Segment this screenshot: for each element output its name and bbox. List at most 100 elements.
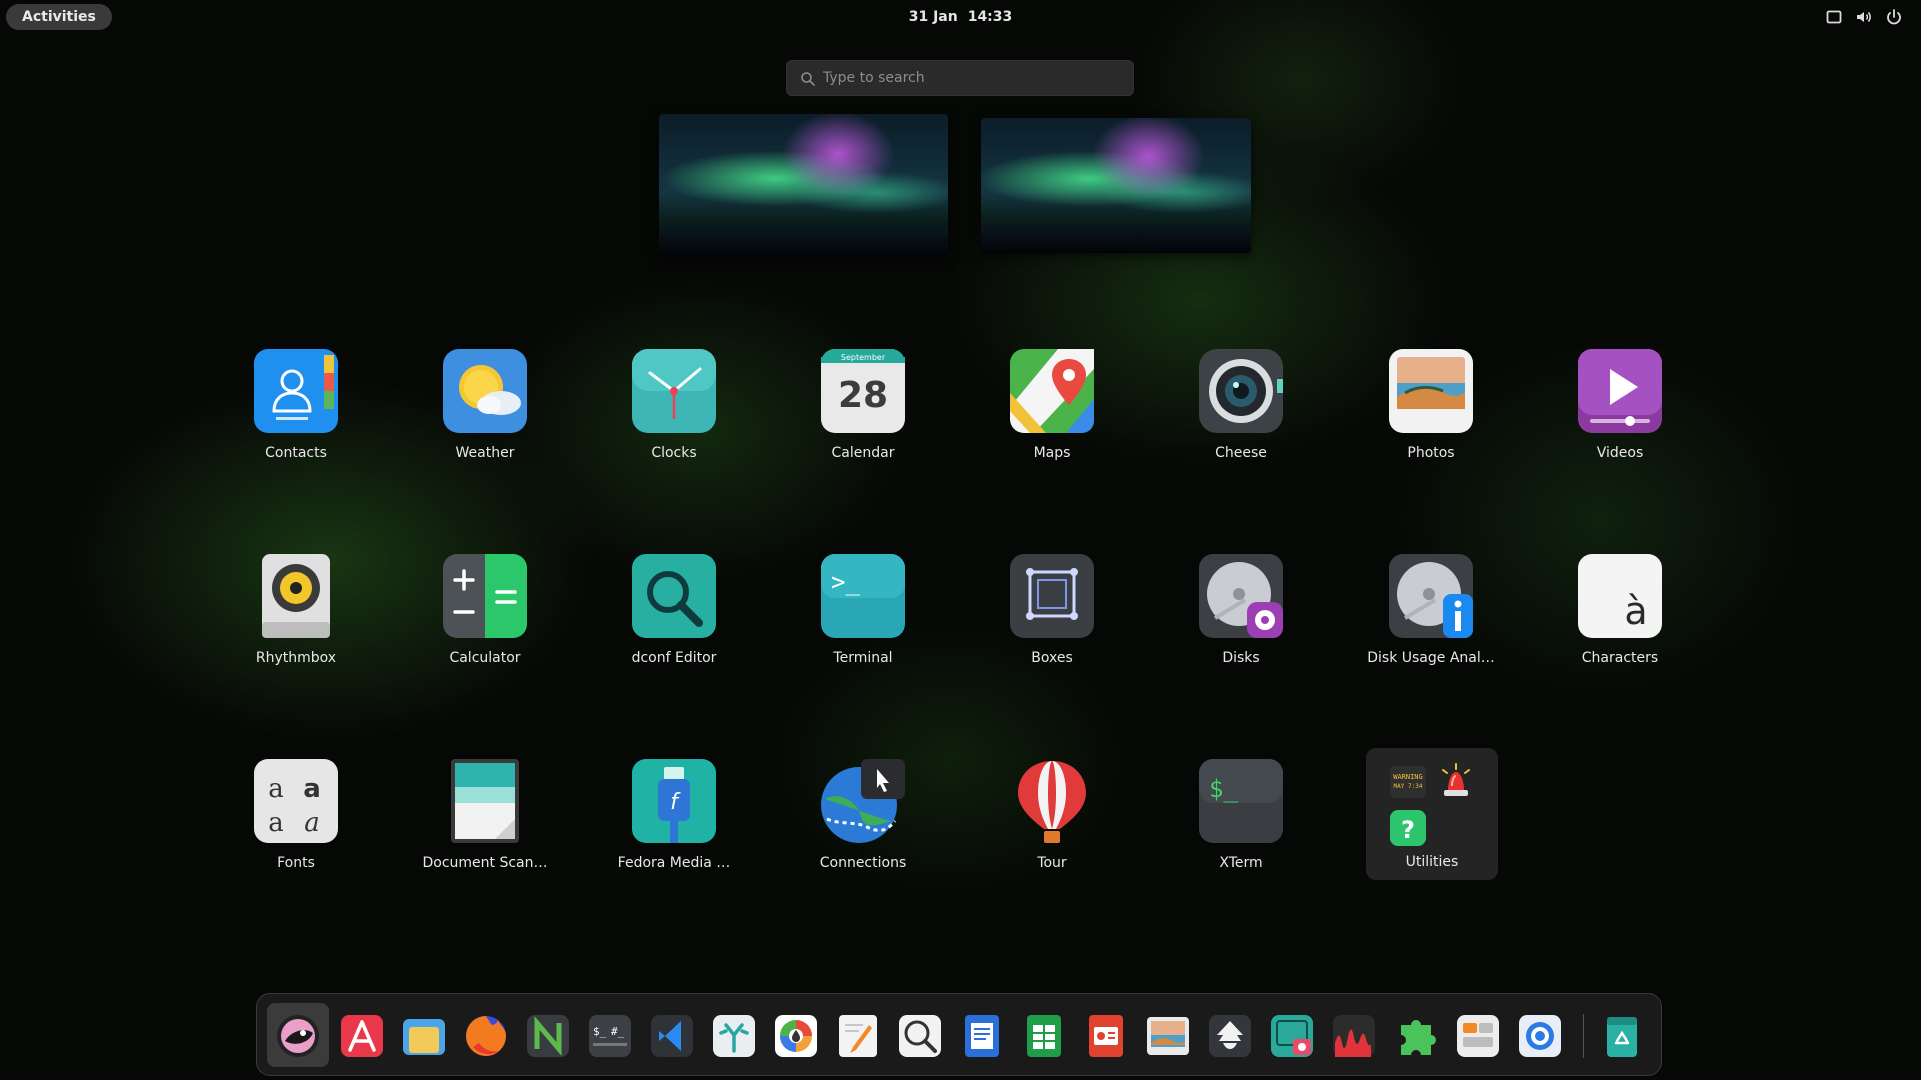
screen-icon[interactable] <box>1825 8 1843 26</box>
dock-item-spreadsheet[interactable] <box>1021 1013 1067 1059</box>
usb-drive-icon: f <box>628 757 720 845</box>
dock-item-mastodon[interactable] <box>275 1013 321 1059</box>
connections-globe-icon <box>817 757 909 845</box>
workspace-thumbnail-2[interactable] <box>981 118 1251 253</box>
dock-item-prompts[interactable]: $_ #_ <box>587 1013 633 1059</box>
search-box[interactable] <box>786 60 1134 96</box>
app-fonts[interactable]: aaaa Fonts <box>216 757 376 887</box>
app-label: dconf Editor <box>631 650 717 666</box>
dock-item-presentation[interactable] <box>1083 1013 1129 1059</box>
calendar-day: 28 <box>838 375 888 416</box>
app-calendar[interactable]: September 28 Calendar <box>783 347 943 477</box>
search-input[interactable] <box>823 61 1123 95</box>
app-disks[interactable]: Disks <box>1161 552 1321 682</box>
app-rhythmbox[interactable]: Rhythmbox <box>216 552 376 682</box>
date-time-clock[interactable]: 31 Jan 14:33 <box>0 0 1921 34</box>
dock-item-color-picker[interactable] <box>773 1013 819 1059</box>
app-label: Contacts <box>265 445 327 461</box>
dock-item-text-editor[interactable] <box>835 1013 881 1059</box>
app-photos[interactable]: Photos <box>1351 347 1511 477</box>
fonts-glyph-serif: a <box>268 774 284 804</box>
folder-label: Utilities <box>1405 854 1459 870</box>
characters-icon: à <box>1574 552 1666 640</box>
dock-item-extensions[interactable] <box>1393 1013 1439 1059</box>
dock-item-image-viewer[interactable] <box>897 1013 943 1059</box>
workspace-thumbnail-1[interactable] <box>659 114 948 257</box>
magnifier-icon <box>628 552 720 640</box>
dock-item-audio[interactable] <box>1331 1013 1377 1059</box>
coral-app-icon <box>713 1015 755 1057</box>
dock-item-vscode[interactable] <box>649 1013 695 1059</box>
app-weather[interactable]: Weather <box>405 347 565 477</box>
dock-item-inkscape[interactable] <box>1207 1013 1253 1059</box>
app-label: Rhythmbox <box>255 650 337 666</box>
mastodon-client-icon <box>277 1015 319 1057</box>
app-dconf-editor[interactable]: dconf Editor <box>594 552 754 682</box>
app-fedora-media-writer[interactable]: f Fedora Media … <box>594 757 754 887</box>
calculator-icon <box>439 552 531 640</box>
dock-item-recycle-bin[interactable] <box>1599 1013 1645 1059</box>
dock-item-tweaks[interactable] <box>1455 1013 1501 1059</box>
app-label: Videos <box>1596 445 1644 461</box>
dock-item-photos-preview[interactable] <box>1145 1013 1191 1059</box>
svg-text:#_: #_ <box>611 1025 625 1038</box>
settings-icon <box>1519 1015 1561 1057</box>
dock-item-writer[interactable] <box>959 1013 1005 1059</box>
app-disk-usage-analyzer[interactable]: Disk Usage Anal… <box>1351 552 1511 682</box>
app-label: Cheese <box>1215 445 1267 461</box>
dock: $_ #_ <box>256 993 1662 1076</box>
app-label: Fedora Media … <box>617 855 731 871</box>
svg-text:?: ? <box>1401 816 1415 844</box>
dock-item-neovim[interactable] <box>525 1013 571 1059</box>
inkscape-icon <box>1209 1015 1251 1057</box>
app-boxes[interactable]: Boxes <box>972 552 1132 682</box>
software-store-icon <box>341 1015 383 1057</box>
terminal-prompts-icon: $_ #_ <box>589 1015 631 1057</box>
boxes-icon <box>1006 552 1098 640</box>
play-icon <box>1574 347 1666 435</box>
help-icon: ? <box>1390 810 1426 846</box>
xterm-prompt: $_ <box>1209 775 1238 803</box>
scanner-icon <box>439 757 531 845</box>
app-terminal[interactable]: >_ Terminal <box>783 552 943 682</box>
text-editor-icon <box>839 1015 877 1057</box>
app-document-scanner[interactable]: Document Scan… <box>405 757 565 887</box>
firefox-icon <box>466 1016 506 1056</box>
app-xterm[interactable]: $_ XTerm <box>1161 757 1321 887</box>
neovim-icon <box>527 1015 569 1057</box>
app-tour[interactable]: Tour <box>972 757 1132 887</box>
app-label: Clocks <box>651 445 697 461</box>
app-cheese[interactable]: Cheese <box>1161 347 1321 477</box>
photos-icon <box>1385 347 1477 435</box>
dock-item-firefox[interactable] <box>463 1013 509 1059</box>
dock-item-files[interactable] <box>401 1013 447 1059</box>
disk-info-icon <box>1385 552 1477 640</box>
app-videos[interactable]: Videos <box>1540 347 1700 477</box>
app-label: Document Scan… <box>422 855 548 871</box>
app-connections[interactable]: Connections <box>783 757 943 887</box>
dock-item-screenshot[interactable] <box>1269 1013 1315 1059</box>
activities-button[interactable]: Activities <box>6 4 112 30</box>
system-tray[interactable] <box>1825 8 1903 26</box>
app-contacts[interactable]: Contacts <box>216 347 376 477</box>
dock-item-software[interactable] <box>339 1013 385 1059</box>
app-folder-utilities[interactable]: WARNING MAY 7:34 ? Utilities <box>1366 748 1498 880</box>
dock-item-settings[interactable] <box>1517 1013 1563 1059</box>
app-characters[interactable]: à Characters <box>1540 552 1700 682</box>
calendar-month: September <box>841 353 886 362</box>
weather-icon <box>439 347 531 435</box>
log-warning-icon: WARNING MAY 7:34 <box>1390 766 1426 798</box>
photos-preview-icon <box>1147 1017 1189 1055</box>
fonts-icon: aaaa <box>250 757 342 845</box>
app-maps[interactable]: Maps <box>972 347 1132 477</box>
dock-item-coral[interactable] <box>711 1013 757 1059</box>
app-clocks[interactable]: Clocks <box>594 347 754 477</box>
power-icon[interactable] <box>1885 8 1903 26</box>
fonts-glyph-italic: a <box>304 808 320 838</box>
audio-waveform-icon <box>1333 1015 1375 1057</box>
app-calculator[interactable]: Calculator <box>405 552 565 682</box>
hot-air-balloon-icon <box>1006 757 1098 845</box>
volume-icon[interactable] <box>1855 8 1873 26</box>
alarm-light-icon <box>1442 763 1470 796</box>
extensions-icon <box>1401 1020 1436 1055</box>
